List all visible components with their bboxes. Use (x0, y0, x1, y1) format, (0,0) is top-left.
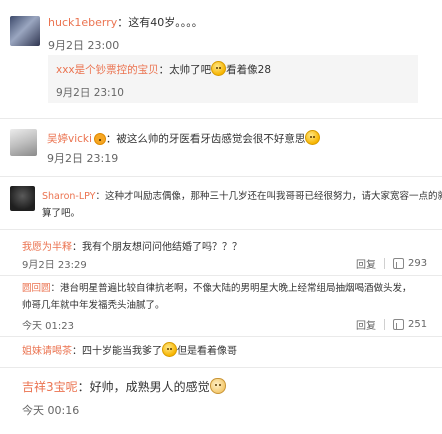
comment-line: 我愿为半释：我有个朋友想问问他结婚了吗？？？ (22, 238, 242, 253)
divider (384, 319, 385, 330)
reply-button[interactable]: 回复 (356, 256, 376, 271)
comment-line: Sharon-LPY：这种才叫励志偶像，那种三十几岁还在叫我哥哥已经很努力，请大… (42, 188, 442, 202)
comment-text: ：港台明星普遍比较自律抗老啊，不像大陆的男明星大晚上经常组局抽烟喝酒做头发， (50, 283, 412, 294)
username[interactable]: 吉祥3宝呢 (22, 380, 78, 394)
thumbs-up-icon[interactable] (393, 319, 404, 330)
comment-text: 算了吧。 (42, 208, 81, 219)
action-bar: 回复 251 (356, 317, 427, 332)
reply-line: xxx是个钞票控的宝贝：太帅了吧 看着像28 (56, 61, 271, 77)
comment-text: 但是看着像哥 (177, 346, 237, 357)
divider (0, 275, 442, 276)
username[interactable]: 吴婷vicki (47, 133, 92, 145)
divider (0, 176, 442, 177)
cat-emoji-icon (209, 378, 226, 394)
like-count: 251 (408, 319, 428, 330)
comment-text: ：好帅，成熟男人的感觉 (77, 380, 210, 394)
divider (0, 118, 442, 119)
comment-text: 看着像28 (226, 64, 272, 76)
username[interactable]: 姐妹请喝茶 (22, 346, 72, 357)
username[interactable]: 圆回圆 (22, 283, 51, 294)
comment-text: ：被这么帅的牙医看牙齿感觉会很不好意思 (105, 133, 306, 145)
laugh-emoji-icon (211, 61, 227, 76)
comment-text: 帅哥几年就中年发福秃头油腻了。 (22, 300, 165, 311)
like-count: 293 (408, 258, 428, 269)
username[interactable]: 我愿为半释 (22, 242, 72, 253)
reply-box: xxx是个钞票控的宝贝：太帅了吧 看着像28 9月2日 23:10 (48, 55, 418, 103)
laugh-emoji-icon (305, 130, 321, 145)
laugh-emoji-icon (162, 342, 177, 357)
comment-line: 圆回圆：港台明星普遍比较自律抗老啊，不像大陆的男明星大晚上经常组局抽烟喝酒做头发… (22, 280, 412, 294)
reply-button[interactable]: 回复 (356, 317, 376, 332)
timestamp: 9月2日 23:19 (47, 152, 119, 165)
comment-line: 姐妹请喝茶：四十岁能当我爹了 但是看着像哥 (22, 342, 237, 357)
comment-line: huck1eberry：这有40岁。。。。 (48, 14, 203, 30)
divider (0, 229, 442, 230)
username[interactable]: xxx是个钞票控的宝贝 (56, 64, 159, 76)
comment-text: ：这种才叫励志偶像，那种三十几岁还在叫我哥哥已经很努力，请大家宽容一点的就 (95, 191, 442, 202)
timestamp: 9月2日 23:29 (22, 260, 87, 271)
comment-text: ：这有40岁。。。。 (117, 16, 203, 29)
timestamp: 9月2日 23:00 (48, 39, 120, 52)
timestamp: 今天 00:16 (22, 404, 80, 417)
timestamp: 9月2日 23:10 (56, 87, 124, 99)
comment-line: 吴婷vicki ：被这么帅的牙医看牙齿感觉会很不好意思 (47, 130, 321, 146)
username[interactable]: Sharon-LPY (42, 191, 95, 202)
comment-line: 吉祥3宝呢：好帅，成熟男人的感觉 (22, 378, 226, 395)
avatar[interactable] (10, 186, 35, 211)
comment-text: ：太帅了吧 (158, 64, 212, 76)
divider (0, 336, 442, 337)
comment-text: ：我有个朋友想问问他结婚了吗？？？ (72, 242, 242, 253)
avatar[interactable] (10, 129, 37, 156)
divider (0, 367, 442, 368)
timestamp: 今天 01:23 (22, 321, 74, 332)
comment-text: ：四十岁能当我爹了 (72, 346, 162, 357)
divider (384, 258, 385, 269)
vip-badge-icon (93, 133, 106, 145)
action-bar: 回复 293 (356, 256, 427, 271)
avatar[interactable] (10, 16, 40, 46)
thumbs-up-icon[interactable] (393, 258, 404, 269)
username[interactable]: huck1eberry (48, 16, 117, 29)
